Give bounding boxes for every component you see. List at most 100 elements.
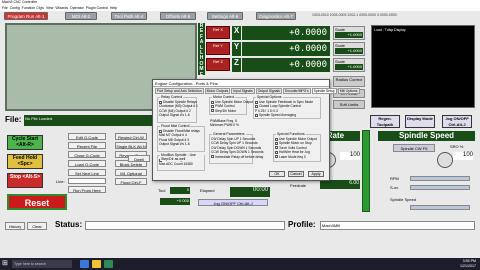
menu-item-config[interactable]: Config bbox=[10, 6, 20, 10]
motor-line-3[interactable]: Step/Dir Motor bbox=[211, 109, 245, 113]
rpm-bar bbox=[410, 176, 470, 181]
status-label: Status: bbox=[55, 220, 83, 229]
rpm-label: RPM bbox=[390, 176, 399, 181]
dwell-button[interactable]: Dwell bbox=[128, 155, 150, 162]
dialog-tab-spindle-setup[interactable]: Spindle Setup bbox=[311, 88, 337, 94]
menu-item-file[interactable]: File bbox=[2, 6, 8, 10]
tab-program-run[interactable]: Program Run Alt-1 bbox=[4, 12, 48, 20]
taskbar-date: 1/21/2017 bbox=[460, 263, 476, 268]
elapsed-label: Elapsed bbox=[200, 188, 215, 193]
run-from-here-button[interactable]: Run From Here bbox=[68, 186, 106, 193]
menu-item-plugin-control[interactable]: PlugIn Control bbox=[86, 6, 108, 10]
history-button[interactable]: History bbox=[5, 222, 25, 230]
feedrate-value: 6.00 bbox=[320, 180, 360, 189]
modbus-group: ModBus Spindle - Use Step/Dir as well En… bbox=[157, 153, 205, 171]
ref-y-button[interactable]: Ref Y bbox=[206, 42, 230, 55]
cycle-start-button[interactable]: Cycle Start <Alt-R> bbox=[7, 135, 43, 150]
feed-hold-button[interactable]: Feed Hold <Spc> bbox=[7, 154, 43, 169]
menu-item-help[interactable]: Help bbox=[110, 6, 117, 10]
fro-value[interactable]: 100 bbox=[340, 152, 360, 160]
motor-control-group: Motor Control Use Spindle Motor Output P… bbox=[209, 95, 253, 115]
taskbar bbox=[0, 258, 480, 270]
tool-value[interactable]: 0 bbox=[170, 187, 190, 194]
sf-line-5[interactable]: Laser Mode freq 0 bbox=[275, 155, 319, 159]
load-gcode-button[interactable]: Load G-Code bbox=[68, 160, 106, 167]
taskbar-search[interactable]: Type here to search bbox=[12, 260, 72, 268]
dro-y[interactable]: +0.0000 bbox=[242, 42, 330, 56]
sro-knob[interactable] bbox=[437, 152, 453, 168]
flood-button[interactable]: Flood Ctrl-F bbox=[115, 178, 147, 185]
tab-settings[interactable]: Settings Alt-6 bbox=[207, 12, 243, 20]
scale-x-value[interactable]: +1.0000 bbox=[335, 32, 363, 38]
menu-item-operator[interactable]: Operator bbox=[70, 6, 84, 10]
mach3-app-icon[interactable] bbox=[104, 260, 113, 268]
set-next-line-button[interactable]: Set Next Line bbox=[68, 169, 106, 176]
tab-offsets[interactable]: Offsets Alt-5 bbox=[160, 12, 196, 20]
window-title: Mach3 CNC Controller bbox=[2, 0, 38, 4]
dro-x[interactable]: +0.0000 bbox=[242, 26, 330, 40]
menu-bar: File Config Function Cfg's View Wizards … bbox=[0, 5, 480, 11]
line-input[interactable] bbox=[68, 178, 106, 184]
ref-z-button[interactable]: Ref Z bbox=[206, 58, 230, 71]
dialog-tab-output-signals[interactable]: Output Signals bbox=[255, 88, 283, 94]
general-line-5[interactable]: Immediate Relay off before delay bbox=[211, 155, 263, 159]
scale-z-value[interactable]: +1.0000 bbox=[335, 64, 363, 70]
special-line-4[interactable]: Spindle Speed Averaging bbox=[255, 113, 319, 117]
tab-mdi[interactable]: MDI Alt-2 bbox=[65, 12, 97, 20]
dialog-apply-button[interactable]: Apply bbox=[308, 171, 324, 177]
optional-stop-button[interactable]: M1 Optional Stop bbox=[115, 169, 147, 183]
clear-button[interactable]: Clear bbox=[27, 222, 47, 230]
jog-toggle-button[interactable]: Jog ON/OFF Ctrl-Alt-J bbox=[198, 199, 268, 206]
regen-toolpath-button[interactable]: Regen. Toolpath bbox=[370, 115, 400, 128]
soft-limits-button[interactable]: Soft Limits bbox=[333, 100, 365, 109]
edit-gcode-button[interactable]: Edit G-Code bbox=[68, 133, 106, 140]
stop-button[interactable]: Stop <Alt-S> bbox=[7, 173, 43, 188]
spindle-cw-button[interactable]: Spindle CW F5 bbox=[393, 144, 435, 152]
menu-item-view[interactable]: View bbox=[46, 6, 54, 10]
scale-x: Scale +1.0000 bbox=[333, 26, 365, 40]
tab-tool-path[interactable]: Tool Path Alt-4 bbox=[111, 12, 147, 20]
jog-onoff-button[interactable]: Jog ON/OFF Ctrl-Alt-J bbox=[442, 115, 472, 128]
general-params-title: General Parameters bbox=[212, 132, 246, 136]
special-options-group: Special Options Use Spindle Feedback in … bbox=[253, 95, 321, 119]
ref-all-home-button[interactable]: R E F A L L H O M E bbox=[198, 23, 205, 77]
windows-start-icon[interactable]: ⊞ bbox=[2, 260, 9, 268]
special-options-title: Special Options bbox=[256, 95, 283, 99]
close-gcode-button[interactable]: Close G-Code bbox=[68, 151, 106, 158]
pwm-line-2[interactable]: Minimum PWM 0 % bbox=[210, 123, 248, 127]
feedrate-vertical-slider[interactable] bbox=[362, 130, 370, 212]
file-explorer-icon[interactable] bbox=[92, 260, 101, 268]
single-block-button[interactable]: Single BLK Alt-N bbox=[115, 142, 147, 149]
menu-item-function-cfgs[interactable]: Function Cfg's bbox=[22, 6, 44, 10]
dialog-tab-motor-outputs[interactable]: Motor Outputs bbox=[204, 88, 231, 94]
taskview-icon[interactable] bbox=[80, 260, 89, 268]
tab-diagnostics[interactable]: Diagnostics Alt-7 bbox=[256, 12, 296, 20]
special-functions-title: Special Functions bbox=[276, 132, 306, 136]
menu-item-wizards[interactable]: Wizards bbox=[55, 6, 68, 10]
ports-pins-dialog: Engine Configuration...Ports & Pins Port… bbox=[152, 79, 360, 181]
dialog-ok-button[interactable]: OK bbox=[269, 171, 285, 177]
dialog-tab-input-signals[interactable]: Input Signals bbox=[231, 88, 255, 94]
radius-correct-button[interactable]: Radius Correct bbox=[333, 76, 365, 87]
dialog-tab-port-setup[interactable]: Port Setup and Axis Selection bbox=[155, 88, 204, 94]
reset-button[interactable]: Reset bbox=[7, 194, 67, 210]
display-mode-button[interactable]: Display Mode bbox=[405, 115, 435, 128]
dialog-tab-encoder[interactable]: Encoder/MPG's bbox=[283, 88, 311, 94]
status-value bbox=[85, 221, 285, 230]
spindle-speed-bar[interactable] bbox=[410, 205, 470, 210]
scale-y-value[interactable]: +1.0000 bbox=[335, 48, 363, 54]
sro-value[interactable]: 100 bbox=[453, 152, 473, 160]
recent-file-button[interactable]: Recent File bbox=[68, 142, 106, 149]
spindle-speed-label: Spindle Speed bbox=[390, 197, 417, 202]
dro-z[interactable]: +0.0000 bbox=[242, 58, 330, 72]
dialog-cancel-button[interactable]: Cancel bbox=[288, 171, 304, 177]
relay-line-4: Output Signal #'s 1-6 bbox=[159, 113, 190, 118]
dialog-tab-mill-options[interactable]: Mill Options bbox=[337, 88, 360, 94]
special-functions-group: Special Functions Use Spindle Motor Outp… bbox=[273, 132, 321, 162]
toolpath-display[interactable]: Load : Tdisp Display bbox=[371, 25, 475, 108]
tool-feedrate-value[interactable]: +0.000 bbox=[160, 198, 190, 205]
relay-control-group: Relay Control Disable Spindle Relays Clo… bbox=[157, 95, 198, 123]
ref-x-button[interactable]: Ref X bbox=[206, 26, 230, 39]
file-label: File: bbox=[5, 115, 22, 124]
rewind-button[interactable]: Rewind Ctrl-W bbox=[115, 133, 147, 140]
